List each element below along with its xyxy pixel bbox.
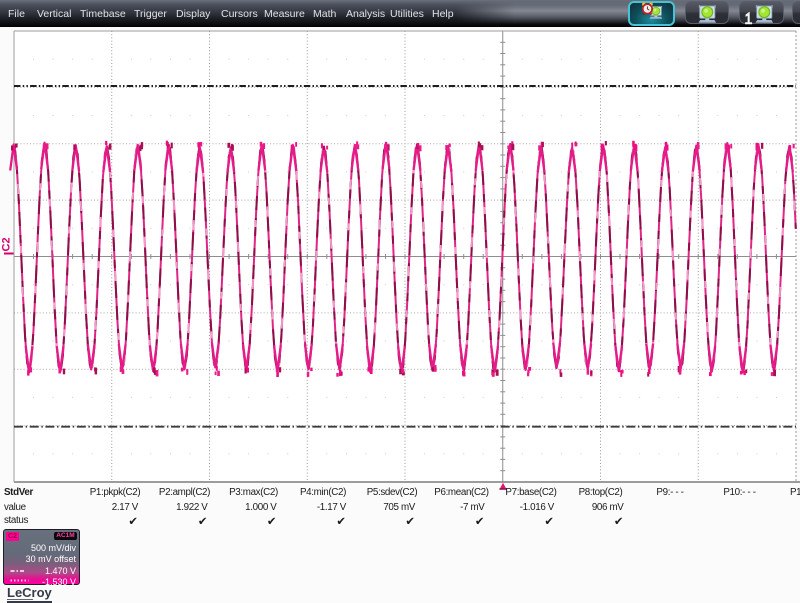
svg-text:C2: C2 [1,237,13,251]
